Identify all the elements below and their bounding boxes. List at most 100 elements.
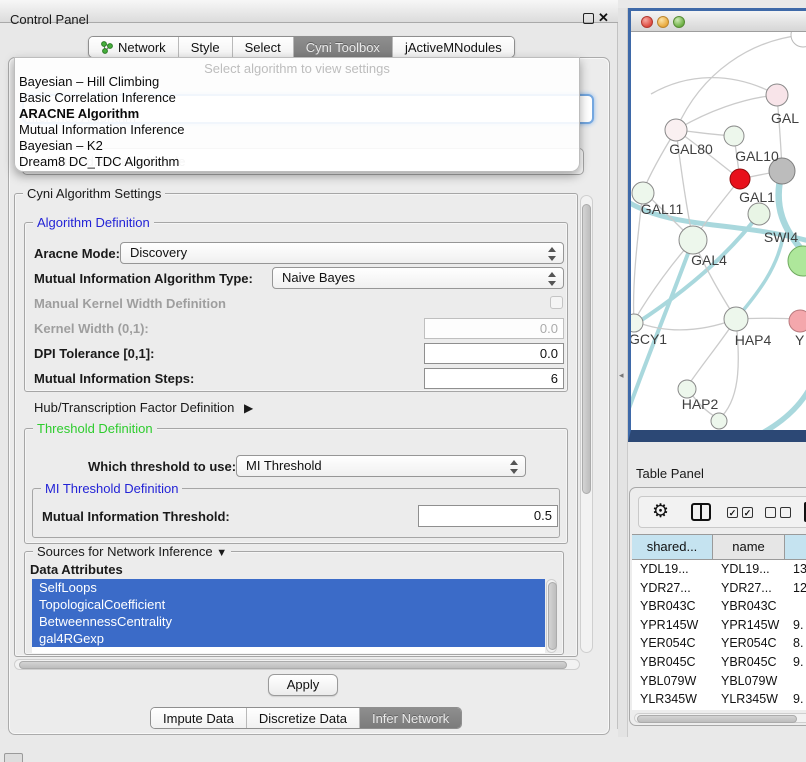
network-node[interactable]: [791, 32, 806, 47]
network-node-gal80[interactable]: [665, 119, 687, 141]
tab-select[interactable]: Select: [233, 37, 294, 57]
checked-checkbox-icon[interactable]: ✓: [742, 507, 753, 518]
float-window-icon[interactable]: [583, 13, 594, 24]
manual-kernel-width-checkbox[interactable]: [550, 296, 563, 309]
screen: Control Panel ✕ Network Style Select Cyn…: [0, 0, 806, 762]
mi-threshold-field[interactable]: 0.5: [418, 505, 558, 527]
checked-checkbox-icon[interactable]: ✓: [727, 507, 738, 518]
which-threshold-combobox[interactable]: MI Threshold: [236, 455, 526, 477]
attribute-item[interactable]: SelfLoops: [32, 579, 545, 596]
kernel-width-field[interactable]: 0.0: [424, 318, 564, 339]
column-header-shared-name[interactable]: shared...: [632, 535, 713, 559]
column-header-name[interactable]: name: [713, 535, 785, 559]
settings-horizontal-scrollbar[interactable]: [14, 659, 580, 670]
network-graph: GAL GAL80 GAL10 GAL1 GAL11 SWI4 GAL4 GCY…: [631, 32, 806, 430]
cell: YBL079W: [713, 672, 785, 691]
which-threshold-label: Which threshold to use:: [88, 459, 236, 474]
attribute-item[interactable]: BetweennessCentrality: [32, 613, 545, 630]
apply-button[interactable]: Apply: [268, 674, 338, 696]
node-label-cut: Y: [795, 332, 805, 348]
network-edge: [731, 382, 806, 430]
network-node[interactable]: [788, 246, 806, 276]
table-row[interactable]: YBR043CYBR043C: [632, 597, 806, 616]
table-horizontal-scrollbar[interactable]: [634, 713, 806, 723]
unchecked-checkbox-icon[interactable]: [765, 507, 776, 518]
cell: [785, 597, 806, 616]
network-node-gal10[interactable]: [724, 126, 744, 146]
attributes-scrollbar[interactable]: [546, 579, 557, 653]
network-node-hap4[interactable]: [724, 307, 748, 331]
cell: 12: [785, 579, 806, 598]
mi-algorithm-type-label: Mutual Information Algorithm Type:: [34, 271, 253, 286]
tab-infer-network[interactable]: Infer Network: [360, 708, 461, 728]
attribute-item[interactable]: gal4RGexp: [32, 630, 545, 647]
mi-steps-field[interactable]: 6: [424, 368, 564, 389]
mi-steps-label: Mutual Information Steps:: [34, 371, 194, 386]
split-columns-icon[interactable]: [691, 503, 711, 521]
dropdown-item-selected[interactable]: ARACNE Algorithm: [15, 106, 579, 122]
network-canvas[interactable]: GAL GAL80 GAL10 GAL1 GAL11 SWI4 GAL4 GCY…: [631, 32, 806, 430]
zoom-traffic-light-icon[interactable]: [673, 16, 685, 28]
table-row[interactable]: YIL052CYIL052C9: [632, 709, 806, 710]
network-view-window: GAL GAL80 GAL10 GAL1 GAL11 SWI4 GAL4 GCY…: [628, 8, 806, 442]
chevron-right-icon: ▶: [244, 401, 253, 415]
unchecked-checkbox-icon[interactable]: [780, 507, 791, 518]
aracne-mode-combobox[interactable]: Discovery: [120, 242, 564, 264]
network-node[interactable]: [789, 310, 806, 332]
mi-threshold-label: Mutual Information Threshold:: [42, 509, 230, 524]
table-row[interactable]: YPR145WYPR145W9.: [632, 616, 806, 635]
tab-discretize-data[interactable]: Discretize Data: [247, 708, 360, 728]
tab-style[interactable]: Style: [179, 37, 233, 57]
table-row[interactable]: YDR27...YDR27...12: [632, 579, 806, 598]
dpi-tolerance-field[interactable]: 0.0: [424, 343, 564, 364]
settings-vertical-scrollbar[interactable]: [580, 195, 593, 653]
minimize-traffic-light-icon[interactable]: [657, 16, 669, 28]
cell: YER054C: [713, 634, 785, 653]
network-node-swi4[interactable]: [748, 203, 770, 225]
cell: [785, 672, 806, 691]
hub-tf-definition-toggle[interactable]: Hub/Transcription Factor Definition ▶: [34, 400, 253, 415]
divider-collapse-icon[interactable]: ◂: [619, 370, 624, 381]
mi-algorithm-type-combobox[interactable]: Naive Bayes: [272, 267, 564, 289]
attribute-item[interactable]: TopologicalCoefficient: [32, 596, 545, 613]
dropdown-placeholder: Select algorithm to view settings: [15, 58, 579, 74]
table-row[interactable]: YLR345WYLR345W9.: [632, 690, 806, 709]
manual-kernel-width-label: Manual Kernel Width Definition: [34, 296, 226, 311]
node-label: GCY1: [631, 331, 667, 347]
collapsed-panel-icon[interactable]: [4, 753, 23, 762]
network-node-gal4[interactable]: [679, 226, 707, 254]
dropdown-item[interactable]: Mutual Information Inference: [15, 122, 579, 138]
tab-select-label: Select: [245, 37, 281, 58]
tab-network[interactable]: Network: [89, 37, 179, 57]
close-traffic-light-icon[interactable]: [641, 16, 653, 28]
close-icon[interactable]: ✕: [598, 10, 609, 26]
sources-title-text: Sources for Network Inference: [37, 544, 213, 559]
network-edge: [634, 240, 693, 321]
gear-icon[interactable]: ⚙: [652, 500, 669, 523]
table-row[interactable]: YER054CYER054C8.: [632, 634, 806, 653]
data-attributes-label: Data Attributes: [30, 562, 123, 577]
tab-jactivemnodules[interactable]: jActiveMNodules: [393, 37, 514, 57]
hub-tf-definition-label: Hub/Transcription Factor Definition: [34, 400, 234, 415]
network-node-gal1[interactable]: [730, 169, 750, 189]
network-node-gcy1[interactable]: [631, 314, 643, 332]
dropdown-item[interactable]: Basic Correlation Inference: [15, 90, 579, 106]
column-header-cut[interactable]: [785, 535, 806, 559]
tab-discretize-data-label: Discretize Data: [259, 708, 347, 729]
network-node[interactable]: [711, 413, 727, 429]
control-panel-titlebar[interactable]: [0, 0, 618, 23]
table-row[interactable]: YBL079WYBL079W: [632, 672, 806, 691]
dropdown-item[interactable]: Bayesian – Hill Climbing: [15, 74, 579, 90]
dropdown-item[interactable]: Dream8 DC_TDC Algorithm: [15, 154, 579, 170]
node-label: GAL10: [735, 148, 779, 164]
tab-infer-network-label: Infer Network: [372, 708, 449, 729]
dropdown-item[interactable]: Bayesian – K2: [15, 138, 579, 154]
network-node[interactable]: [766, 84, 788, 106]
network-window-titlebar[interactable]: [631, 11, 806, 32]
table-header-row: shared... name: [632, 534, 806, 560]
tab-impute-data[interactable]: Impute Data: [151, 708, 247, 728]
tab-cyni-toolbox[interactable]: Cyni Toolbox: [294, 37, 393, 57]
table-row[interactable]: YDL19...YDL19...13: [632, 560, 806, 579]
network-edge: [676, 95, 777, 130]
table-row[interactable]: YBR045CYBR045C9.: [632, 653, 806, 672]
